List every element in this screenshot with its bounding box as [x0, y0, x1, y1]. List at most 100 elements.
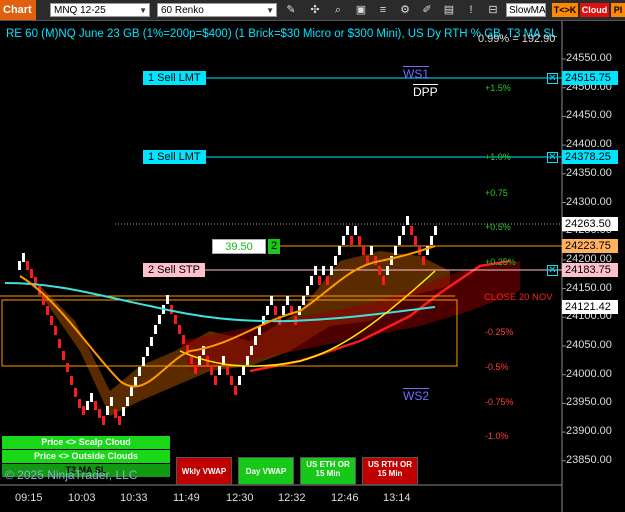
down-brick [170, 305, 173, 314]
price-outside-clouds-button[interactable]: Price <> Outside Clouds [2, 450, 170, 463]
percent-level: +0.75 [485, 188, 508, 198]
down-brick [102, 416, 105, 425]
order-label-sell-lmt-2[interactable]: 1 Sell LMT [143, 150, 206, 164]
time-label: 11:49 [173, 492, 200, 504]
down-brick [362, 246, 365, 255]
down-brick [318, 276, 321, 285]
time-label: 12:30 [226, 492, 254, 504]
time-label: 13:14 [383, 492, 411, 504]
cloud-layer [40, 251, 520, 416]
crosshair-icon[interactable]: ✣ [308, 4, 322, 17]
drawing-tools-icon[interactable]: ✐ [420, 4, 434, 17]
order-label-sell-stp[interactable]: 2 Sell STP [143, 263, 205, 277]
down-brick [210, 366, 213, 375]
up-brick [386, 266, 389, 275]
up-brick [310, 276, 313, 285]
down-brick [350, 236, 353, 245]
down-brick [114, 409, 117, 418]
down-brick [226, 366, 229, 375]
price-axis-label: 24400.00 [566, 138, 612, 151]
down-brick [410, 226, 413, 235]
up-brick [238, 376, 241, 385]
strategy-icon[interactable]: ⚙ [398, 4, 412, 17]
cloud-button[interactable]: Cloud [580, 3, 609, 17]
chart-trader-icon[interactable]: ▤ [442, 4, 456, 17]
up-brick [334, 256, 337, 265]
down-brick [50, 316, 53, 325]
time-label: 12:32 [278, 492, 306, 504]
window-linking-icon[interactable]: ⊟ [486, 4, 500, 17]
instrument-value: MNQ 12-25 [54, 5, 106, 16]
chart-title: RE 60 (M)NQ June 23 GB (1%=200p=$400) (1… [6, 28, 558, 40]
up-brick [138, 367, 141, 376]
magnifier-icon[interactable]: ⌕ [331, 4, 345, 17]
price-axis-label: 24550.00 [566, 52, 612, 64]
up-brick [254, 336, 257, 345]
up-brick [142, 357, 145, 366]
chart-tab[interactable]: Chart [0, 0, 36, 20]
chart-area[interactable]: RE 60 (M)NQ June 23 GB (1%=200p=$400) (1… [0, 21, 625, 512]
chevron-down-icon: ▼ [266, 6, 274, 15]
dpp-label: DPP [413, 84, 438, 99]
order-label-sell-lmt-1[interactable]: 1 Sell LMT [143, 71, 206, 85]
instrument-select[interactable]: MNQ 12-25 ▼ [50, 3, 150, 17]
us-rth-or-button[interactable]: US RTH OR 15 Min [362, 457, 418, 485]
percent-level: +0.25% [485, 257, 516, 267]
up-brick [406, 216, 409, 225]
down-brick [230, 376, 233, 385]
alerts-icon[interactable]: ! [464, 4, 478, 17]
day-vwap-button[interactable]: Day VWAP [238, 457, 294, 485]
price-axis-label: 24150.00 [566, 281, 612, 294]
percent-level: -0.25% [485, 327, 514, 337]
indicator-select[interactable]: SlowMA [506, 3, 546, 17]
down-brick [182, 335, 185, 344]
price-axis-label: 23950.00 [566, 396, 612, 409]
down-brick [422, 256, 425, 265]
up-brick [106, 406, 109, 415]
weekly-vwap-button[interactable]: Wkly VWAP [176, 457, 232, 485]
time-label: 12:46 [331, 492, 359, 504]
up-brick [370, 246, 373, 255]
us-eth-or-button[interactable]: US ETH OR 15 Min [300, 457, 356, 485]
pencil-icon[interactable]: ✎ [284, 4, 298, 17]
up-brick [158, 315, 161, 324]
price-axis-label: 24050.00 [566, 339, 612, 351]
properties-icon[interactable]: ≡ [376, 4, 390, 17]
down-brick [74, 388, 77, 397]
down-brick [374, 256, 377, 265]
price-scalp-cloud-button[interactable]: Price <> Scalp Cloud [2, 436, 170, 449]
up-brick [130, 387, 133, 396]
time-label: 10:03 [68, 492, 96, 504]
down-brick [358, 236, 361, 245]
up-brick [218, 366, 221, 375]
price-axis-label: 24300.00 [566, 195, 612, 208]
ws1-label: WS1 [403, 66, 430, 81]
pl-button[interactable]: Pl [611, 3, 625, 17]
up-brick [266, 306, 269, 315]
up-brick [110, 397, 113, 406]
up-brick [90, 393, 93, 402]
down-brick [194, 365, 197, 374]
position-qty[interactable]: 2 [268, 239, 280, 254]
bar-type-select[interactable]: 60 Renko ▼ [157, 3, 277, 17]
avg-price-tag: 24223.75 [562, 239, 618, 253]
down-brick [42, 296, 45, 305]
up-brick [354, 226, 357, 235]
down-brick [414, 236, 417, 245]
up-brick [146, 347, 149, 356]
up-brick [246, 356, 249, 365]
down-brick [234, 386, 237, 395]
up-brick [346, 226, 349, 235]
position-pnl[interactable]: 39.50 [212, 239, 266, 254]
up-brick [398, 236, 401, 245]
cancel-order-icon[interactable]: ✕ [547, 265, 558, 276]
down-brick [58, 339, 61, 348]
tc-button[interactable]: T<>K [552, 3, 578, 17]
up-brick [434, 226, 437, 235]
cancel-order-icon[interactable]: ✕ [547, 152, 558, 163]
up-brick [270, 296, 273, 305]
up-brick [86, 401, 89, 410]
cancel-order-icon[interactable]: ✕ [547, 73, 558, 84]
lock-icon[interactable]: ▣ [354, 4, 368, 17]
order-price-tag: 24515.75 [562, 71, 618, 85]
